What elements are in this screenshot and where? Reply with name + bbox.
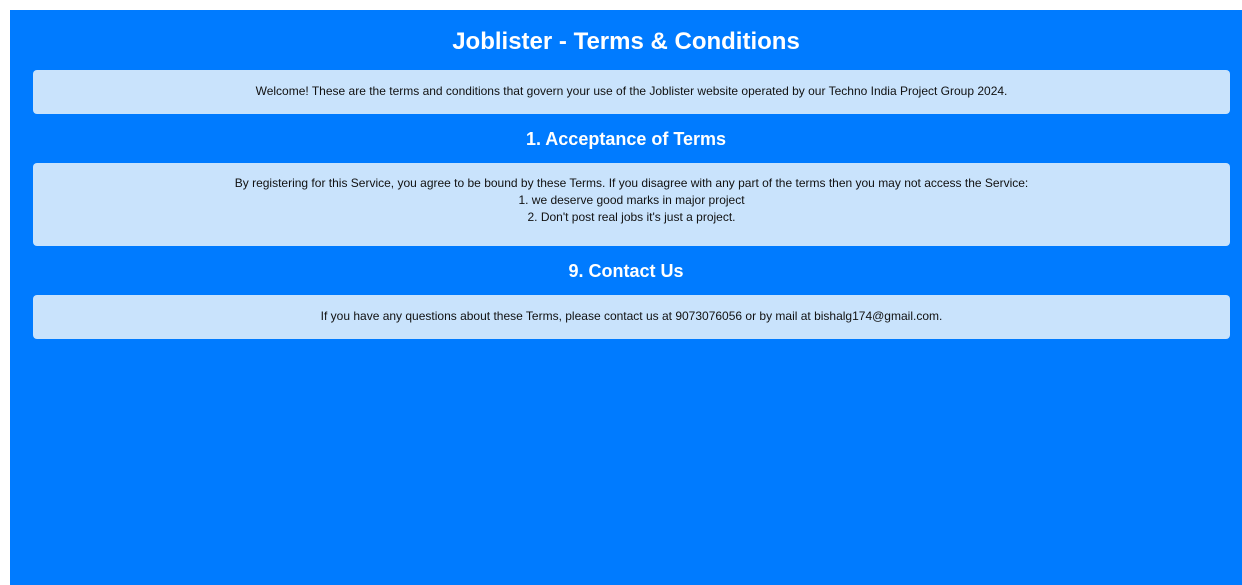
contact-card: If you have any questions about these Te… bbox=[33, 295, 1230, 339]
terms-page: Joblister - Terms & Conditions Welcome! … bbox=[10, 10, 1242, 585]
acceptance-item-2: 2. Don't post real jobs it's just a proj… bbox=[527, 210, 736, 224]
acceptance-text: By registering for this Service, you agr… bbox=[234, 176, 1029, 190]
intro-card: Welcome! These are the terms and conditi… bbox=[33, 70, 1230, 114]
acceptance-card: By registering for this Service, you agr… bbox=[33, 163, 1230, 246]
intro-text: Welcome! These are the terms and conditi… bbox=[255, 84, 1008, 98]
section-heading-contact: 9. Contact Us bbox=[568, 261, 684, 281]
page-title: Joblister - Terms & Conditions bbox=[452, 28, 800, 55]
contact-text: If you have any questions about these Te… bbox=[320, 309, 943, 323]
acceptance-item-1: 1. we deserve good marks in major projec… bbox=[518, 193, 745, 207]
section-heading-acceptance: 1. Acceptance of Terms bbox=[525, 129, 727, 149]
